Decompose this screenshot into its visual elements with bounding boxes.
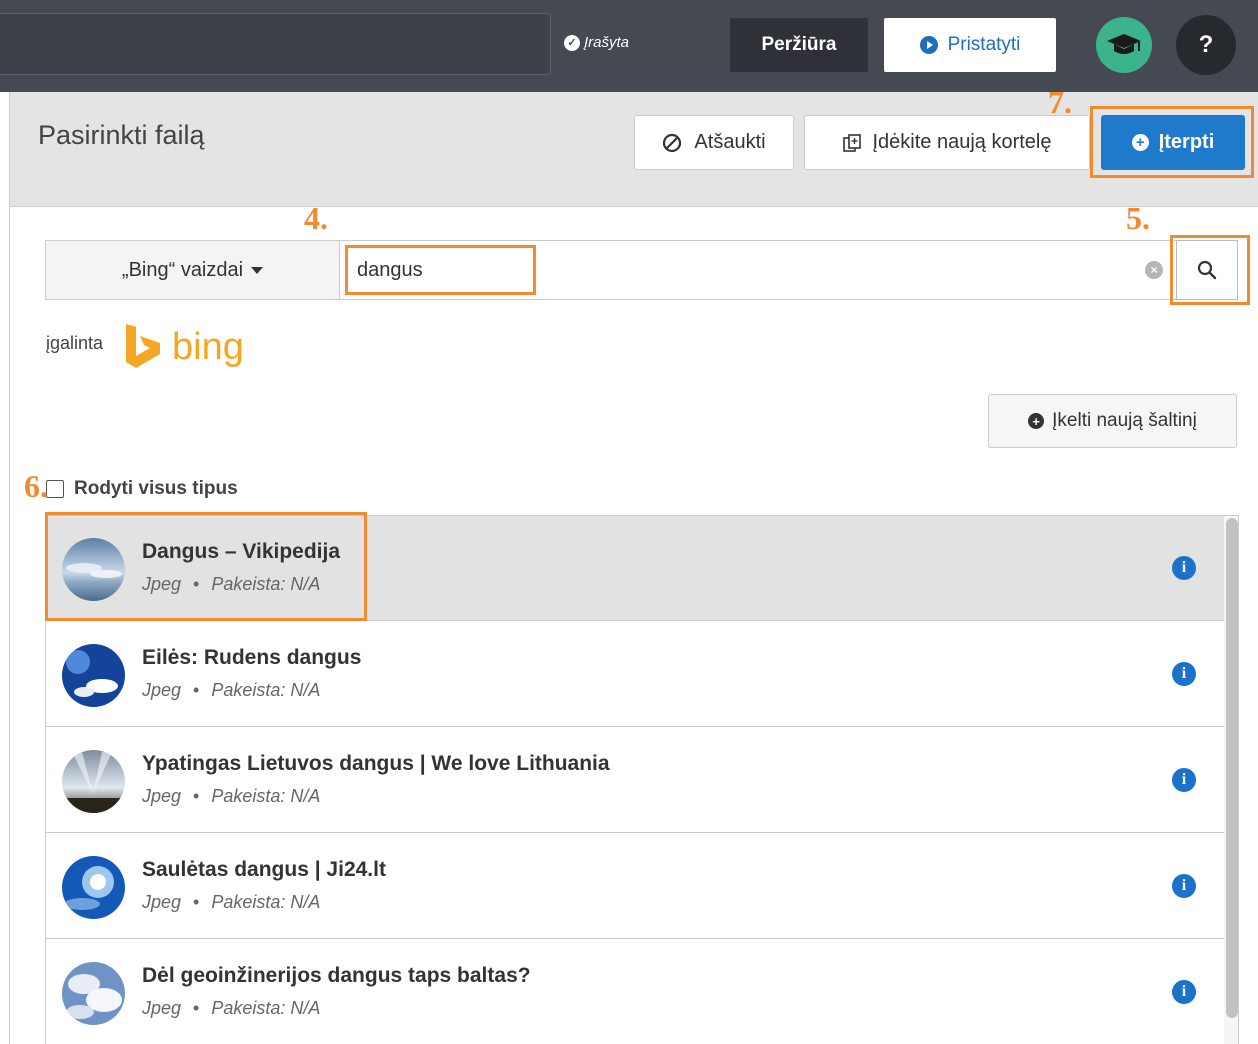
info-icon[interactable]: i [1172, 980, 1196, 1004]
result-meta: Jpeg • Pakeista: N/A [142, 892, 321, 912]
result-thumbnail [62, 644, 125, 707]
powered-by-label: įgalinta [46, 333, 104, 353]
result-type: Jpeg [142, 892, 182, 912]
scrollbar-thumb[interactable] [1226, 518, 1238, 1018]
result-meta: Jpeg • Pakeista: N/A [142, 574, 321, 594]
check-icon: ✓ [564, 34, 580, 51]
step-7-marker: 7. [1048, 84, 1072, 120]
insert-label: Įterpti [1158, 131, 1215, 153]
bing-logo-icon [126, 324, 160, 368]
show-all-types-checkbox[interactable] [46, 480, 64, 498]
graduation-cap-icon [1107, 34, 1141, 54]
dialog-title: Pasirinkti failą [38, 120, 205, 150]
bing-brand-label: bing [172, 326, 244, 368]
step-5-marker: 5. [1126, 200, 1150, 236]
show-all-types-filter[interactable]: Rodyti visus tipus [46, 478, 238, 500]
result-thumbnail [62, 750, 125, 813]
result-title: Saulėtas dangus | Ji24.lt [142, 858, 386, 881]
copy-icon [843, 133, 862, 152]
result-title: Eilės: Rudens dangus [142, 646, 362, 669]
search-input[interactable] [357, 250, 1127, 290]
result-item[interactable]: Ypatingas Lietuvos dangus | We love Lith… [46, 728, 1224, 833]
result-modified: Pakeista: N/A [211, 998, 321, 1018]
result-type: Jpeg [142, 680, 182, 700]
result-modified: Pakeista: N/A [211, 892, 321, 912]
search-button[interactable] [1176, 240, 1238, 300]
result-title: Dėl geoinžinerijos dangus taps baltas? [142, 964, 531, 987]
cancel-icon [663, 133, 682, 152]
upload-new-source-button[interactable]: + Įkelti naują šaltinį [988, 394, 1237, 448]
dialog-left-edge [0, 92, 10, 1044]
result-thumbnail [62, 538, 125, 601]
step-4-marker: 4. [304, 200, 328, 236]
info-icon[interactable]: i [1172, 874, 1196, 898]
info-icon[interactable]: i [1172, 556, 1196, 580]
result-thumbnail [62, 856, 125, 919]
plus-icon: + [1028, 413, 1045, 429]
result-modified: Pakeista: N/A [211, 680, 321, 700]
upload-label: Įkelti naują šaltinį [1052, 410, 1197, 431]
info-icon[interactable]: i [1172, 768, 1196, 792]
new-card-label: Įdėkite naują kortelę [872, 131, 1052, 153]
saved-label: Įrašyta [584, 34, 630, 51]
result-item[interactable]: Saulėtas dangus | Ji24.lt Jpeg • Pakeista:… [46, 834, 1224, 939]
result-type: Jpeg [142, 786, 182, 806]
present-label: Pristatyti [947, 34, 1021, 55]
source-dropdown-label: „Bing“ vaizdai [121, 258, 244, 281]
presentation-title-field[interactable] [0, 13, 551, 75]
present-button[interactable]: Pristatyti [884, 18, 1056, 72]
search-icon [1197, 260, 1217, 280]
result-meta: Jpeg • Pakeista: N/A [142, 998, 321, 1018]
clear-icon[interactable]: × [1145, 261, 1163, 279]
result-item[interactable]: Dėl geoinžinerijos dangus taps baltas? J… [46, 940, 1224, 1044]
result-title: Ypatingas Lietuvos dangus | We love Lith… [142, 752, 610, 775]
result-modified: Pakeista: N/A [211, 574, 321, 594]
info-icon[interactable]: i [1172, 662, 1196, 686]
result-title: Dangus – Vikipedija [142, 540, 341, 563]
avatar[interactable] [1096, 17, 1152, 73]
result-type: Jpeg [142, 998, 182, 1018]
preview-button[interactable]: Peržiūra [730, 18, 868, 72]
results-list: Dangus – Vikipedija Jpeg • Pakeista: N/A i… [45, 515, 1239, 1044]
insert-button[interactable]: + Įterpti [1101, 115, 1245, 170]
step-6-marker: 6. [24, 468, 48, 504]
plus-icon: + [1131, 134, 1149, 151]
result-type: Jpeg [142, 574, 182, 594]
help-button[interactable]: ? [1176, 15, 1236, 75]
caret-down-icon [251, 266, 264, 274]
saved-status: ✓ Įrašyta [564, 34, 629, 51]
result-thumbnail [62, 962, 125, 1025]
cancel-button[interactable]: Atšaukti [634, 115, 794, 170]
show-all-types-label: Rodyti visus tipus [74, 478, 238, 499]
source-dropdown[interactable]: „Bing“ vaizdai [46, 241, 340, 299]
result-modified: Pakeista: N/A [211, 786, 321, 806]
result-item[interactable]: Dangus – Vikipedija Jpeg • Pakeista: N/A i [46, 516, 1224, 621]
play-icon [919, 36, 938, 54]
new-card-button[interactable]: Įdėkite naują kortelę [804, 115, 1090, 170]
result-meta: Jpeg • Pakeista: N/A [142, 680, 321, 700]
cancel-label: Atšaukti [694, 131, 766, 153]
result-meta: Jpeg • Pakeista: N/A [142, 786, 321, 806]
result-item[interactable]: Eilės: Rudens dangus Jpeg • Pakeista: N/A … [46, 622, 1224, 727]
